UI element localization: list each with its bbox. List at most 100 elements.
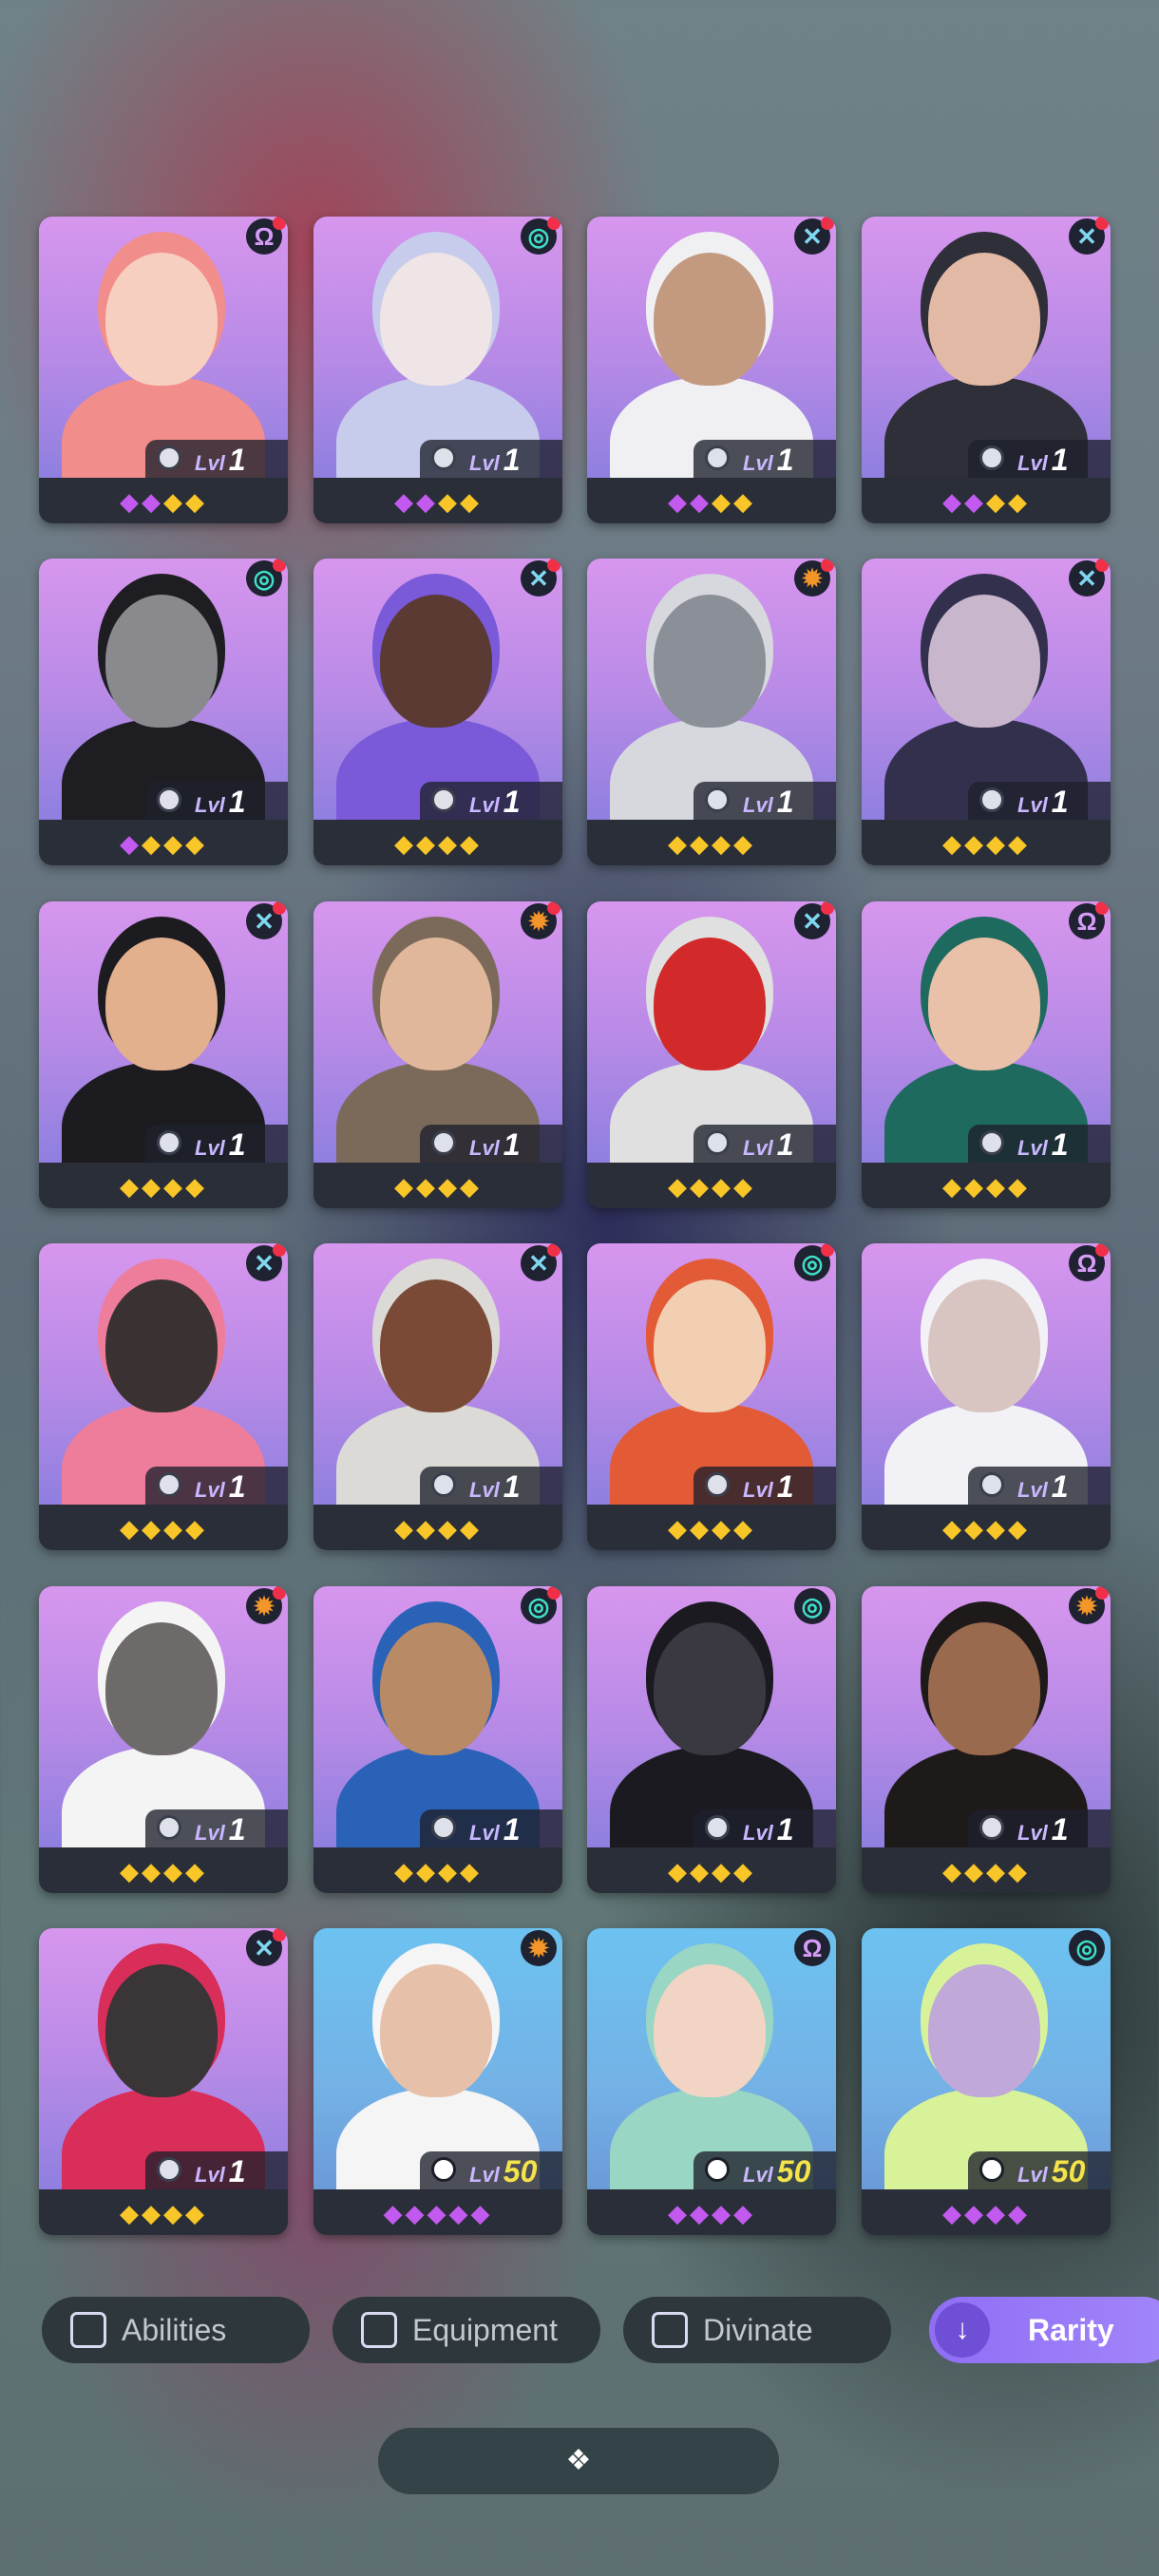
- hero-card[interactable]: ◎ Lvl 50 ◆◆◆◆: [862, 1928, 1111, 2235]
- gold-gem-icon: ◆: [438, 1172, 460, 1201]
- hero-card[interactable]: ✕ Lvl 1 ◆◆◆◆: [862, 217, 1111, 523]
- hero-silhouette-head: [654, 1279, 766, 1412]
- gold-gem-icon: ◆: [142, 1857, 163, 1885]
- equipment-slot-icon: [431, 1130, 456, 1155]
- gold-gem-icon: ◆: [986, 1857, 1008, 1885]
- gold-gem-icon: ◆: [668, 829, 690, 858]
- equipment-filter[interactable]: Equipment: [332, 2297, 600, 2363]
- hero-card[interactable]: ✕ Lvl 1 ◆◆◆◆: [39, 1243, 288, 1550]
- gold-gem-icon: ◆: [712, 1857, 733, 1885]
- gold-gem-icon: ◆: [142, 1514, 163, 1543]
- hero-card[interactable]: ✕ Lvl 1 ◆◆◆◆: [39, 1928, 288, 2235]
- hero-portrait: [314, 1928, 562, 2189]
- divinate-filter[interactable]: Divinate: [623, 2297, 891, 2363]
- hero-card[interactable]: ✹ Lvl 1 ◆◆◆◆: [862, 1586, 1111, 1893]
- hero-card[interactable]: Ω Lvl 1 ◆◆◆◆: [39, 217, 288, 523]
- gold-gem-icon: ◆: [964, 1857, 986, 1885]
- equipment-slot-icon: [705, 445, 730, 470]
- hero-portrait: [587, 901, 836, 1163]
- level-text: Lvl 1: [743, 1812, 794, 1847]
- hero-card[interactable]: ◎ Lvl 1 ◆◆◆◆: [314, 217, 562, 523]
- level-text: Lvl 1: [195, 443, 246, 478]
- hero-silhouette-head: [928, 938, 1040, 1070]
- hero-card[interactable]: Ω Lvl 50 ◆◆◆◆: [587, 1928, 836, 2235]
- abilities-checkbox[interactable]: [70, 2312, 106, 2348]
- notification-dot: [547, 1586, 560, 1600]
- level-plate: Lvl 1: [145, 1467, 288, 1505]
- purple-gem-icon: ◆: [942, 2199, 964, 2227]
- notification-dot: [821, 559, 834, 572]
- gold-gem-icon: ◆: [668, 1514, 690, 1543]
- hero-portrait: [862, 217, 1111, 478]
- level-label: Lvl: [1017, 1136, 1048, 1160]
- gold-gem-icon: ◆: [942, 829, 964, 858]
- level-text: Lvl 1: [469, 785, 521, 820]
- level-plate: Lvl 1: [420, 1467, 562, 1505]
- notification-dot: [273, 1243, 286, 1257]
- star-rating: ◆◆◆◆: [862, 1172, 1111, 1201]
- hero-card[interactable]: ✕ Lvl 1 ◆◆◆◆: [587, 217, 836, 523]
- gold-gem-icon: ◆: [733, 487, 755, 516]
- rarity-sort-button[interactable]: ↓ Rarity: [929, 2297, 1159, 2363]
- gold-gem-icon: ◆: [185, 1514, 207, 1543]
- gold-gem-icon: ◆: [986, 1172, 1008, 1201]
- hero-card[interactable]: Ω Lvl 1 ◆◆◆◆: [862, 1243, 1111, 1550]
- hero-card[interactable]: ✹ Lvl 1 ◆◆◆◆: [39, 1586, 288, 1893]
- notification-dot: [273, 901, 286, 915]
- hero-card[interactable]: ✹ Lvl 1 ◆◆◆◆: [314, 901, 562, 1208]
- gold-gem-icon: ◆: [416, 1172, 438, 1201]
- gold-gem-icon: ◆: [185, 1172, 207, 1201]
- gold-gem-icon: ◆: [185, 1857, 207, 1885]
- equipment-slot-icon: [705, 1815, 730, 1840]
- notification-dot: [273, 559, 286, 572]
- gold-gem-icon: ◆: [142, 829, 163, 858]
- star-rating: ◆◆◆◆: [314, 829, 562, 858]
- hero-card[interactable]: ✹ Lvl 50 ◆◆◆◆◆: [314, 1928, 562, 2235]
- hero-card[interactable]: ◎ Lvl 1 ◆◆◆◆: [314, 1586, 562, 1893]
- equipment-label: Equipment: [412, 2313, 558, 2347]
- hero-card[interactable]: ✕ Lvl 1 ◆◆◆◆: [314, 1243, 562, 1550]
- gold-gem-icon: ◆: [394, 829, 416, 858]
- gold-gem-icon: ◆: [964, 1172, 986, 1201]
- hero-portrait: [587, 217, 836, 478]
- level-plate: Lvl 1: [420, 782, 562, 820]
- gold-gem-icon: ◆: [416, 829, 438, 858]
- level-label: Lvl: [743, 451, 773, 475]
- star-rating: ◆◆◆◆: [314, 1514, 562, 1543]
- hero-card[interactable]: ◎ Lvl 1 ◆◆◆◆: [587, 1586, 836, 1893]
- gold-gem-icon: ◆: [438, 1857, 460, 1885]
- hero-silhouette-head: [654, 1964, 766, 2097]
- hero-card[interactable]: ◎ Lvl 1 ◆◆◆◆: [39, 559, 288, 865]
- hero-card[interactable]: ✕ Lvl 1 ◆◆◆◆: [39, 901, 288, 1208]
- level-plate: Lvl 50: [420, 2151, 562, 2189]
- abilities-filter[interactable]: Abilities: [42, 2297, 310, 2363]
- gold-gem-icon: ◆: [460, 1172, 482, 1201]
- hero-card[interactable]: ✕ Lvl 1 ◆◆◆◆: [587, 901, 836, 1208]
- gold-gem-icon: ◆: [120, 1514, 142, 1543]
- level-text: Lvl 1: [195, 1127, 246, 1163]
- equipment-checkbox[interactable]: [361, 2312, 397, 2348]
- divinate-checkbox[interactable]: [652, 2312, 688, 2348]
- abilities-label: Abilities: [122, 2313, 227, 2347]
- equipment-slot-icon: [431, 2157, 456, 2182]
- hero-card[interactable]: Ω Lvl 1 ◆◆◆◆: [862, 901, 1111, 1208]
- gold-gem-icon: ◆: [163, 1857, 185, 1885]
- level-value: 1: [503, 785, 521, 819]
- equipment-slot-icon: [705, 787, 730, 812]
- equipment-slot-icon: [979, 1130, 1004, 1155]
- notification-dot: [1095, 1586, 1109, 1600]
- hero-silhouette-head: [105, 1964, 218, 2097]
- expand-panel-button[interactable]: ❖: [378, 2428, 779, 2494]
- purple-gem-icon: ◆: [142, 487, 163, 516]
- hero-card[interactable]: ◎ Lvl 1 ◆◆◆◆: [587, 1243, 836, 1550]
- level-plate: Lvl 1: [968, 782, 1111, 820]
- notification-dot: [547, 901, 560, 915]
- hero-card[interactable]: ✹ Lvl 1 ◆◆◆◆: [587, 559, 836, 865]
- star-rating: ◆◆◆◆: [587, 487, 836, 516]
- level-label: Lvl: [743, 1136, 773, 1160]
- gold-gem-icon: ◆: [690, 1514, 712, 1543]
- hero-card[interactable]: ✕ Lvl 1 ◆◆◆◆: [314, 559, 562, 865]
- gold-gem-icon: ◆: [394, 1514, 416, 1543]
- notification-dot: [821, 1243, 834, 1257]
- hero-card[interactable]: ✕ Lvl 1 ◆◆◆◆: [862, 559, 1111, 865]
